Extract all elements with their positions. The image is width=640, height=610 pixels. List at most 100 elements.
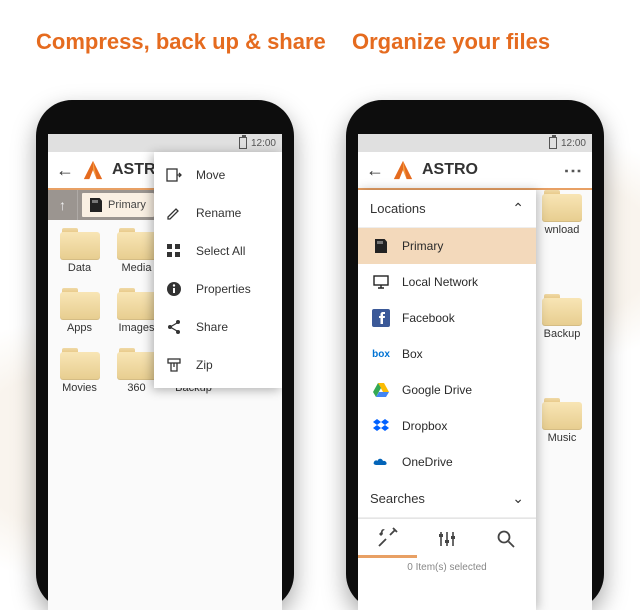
app-bar: ← ASTRO ⋮ xyxy=(358,152,592,190)
folder-icon xyxy=(60,228,100,260)
breadcrumb-primary[interactable]: Primary xyxy=(82,193,154,217)
drawer-toolbar xyxy=(358,518,536,558)
heading-left: Compress, back up & share xyxy=(36,28,326,56)
onedrive-icon xyxy=(372,453,390,471)
location-box[interactable]: box Box xyxy=(358,336,536,372)
info-icon xyxy=(166,281,182,297)
folder-label: Media xyxy=(122,262,152,274)
location-label: Local Network xyxy=(402,275,478,289)
folder-icon xyxy=(117,288,157,320)
location-label: Google Drive xyxy=(402,383,472,397)
menu-label: Move xyxy=(196,168,225,182)
folder-item[interactable]: Movies xyxy=(52,348,107,394)
screen-left: 12:00 ← ASTRO ↑ Primary Data Media Apps … xyxy=(48,134,282,610)
folder-item[interactable]: Music xyxy=(538,398,586,444)
status-time: 12:00 xyxy=(251,138,276,149)
location-onedrive[interactable]: OneDrive xyxy=(358,444,536,480)
folder-label: Music xyxy=(548,432,577,444)
menu-share[interactable]: Share xyxy=(154,308,282,346)
menu-label: Properties xyxy=(196,282,251,296)
background-folders: wnload Backup Music xyxy=(536,190,588,444)
locations-list: Primary Local Network Facebook box Box G… xyxy=(358,228,536,480)
box-icon: box xyxy=(372,345,390,363)
rename-icon xyxy=(166,205,182,221)
battery-icon xyxy=(549,137,557,149)
battery-icon xyxy=(239,137,247,149)
folder-icon xyxy=(60,288,100,320)
menu-move[interactable]: Move xyxy=(154,156,282,194)
dropbox-icon xyxy=(372,417,390,435)
select-all-icon xyxy=(166,243,182,259)
menu-label: Rename xyxy=(196,206,241,220)
folder-label: Apps xyxy=(67,322,92,334)
section-label: Searches xyxy=(370,491,425,506)
folder-label: 360 xyxy=(127,382,145,394)
search-tab[interactable] xyxy=(477,519,536,558)
status-bar: 12:00 xyxy=(358,134,592,152)
location-dropbox[interactable]: Dropbox xyxy=(358,408,536,444)
folder-item[interactable]: Backup xyxy=(538,294,586,340)
sd-card-icon xyxy=(372,237,390,255)
folder-icon xyxy=(117,348,157,380)
heading-right: Organize your files xyxy=(352,28,550,56)
astro-logo-icon xyxy=(392,159,414,181)
nav-drawer: Locations ⌃ Primary Local Network Facebo… xyxy=(358,190,536,610)
location-label: Dropbox xyxy=(402,419,447,433)
menu-properties[interactable]: Properties xyxy=(154,270,282,308)
folder-label: Movies xyxy=(62,382,97,394)
location-label: Box xyxy=(402,347,423,361)
more-menu-button[interactable]: ⋮ xyxy=(562,162,584,179)
nav-up-button[interactable]: ↑ xyxy=(48,190,78,220)
folder-icon xyxy=(117,228,157,260)
folder-icon xyxy=(542,398,582,430)
location-label: OneDrive xyxy=(402,455,453,469)
folder-label: Backup xyxy=(544,328,581,340)
selection-count: 0 Item(s) selected xyxy=(358,558,536,581)
google-drive-icon xyxy=(372,381,390,399)
location-label: Primary xyxy=(402,239,443,253)
folder-label: wnload xyxy=(545,224,580,236)
menu-label: Share xyxy=(196,320,228,334)
folder-item[interactable]: Apps xyxy=(52,288,107,334)
back-button[interactable]: ← xyxy=(366,160,384,181)
filters-tab[interactable] xyxy=(417,519,476,558)
folder-icon xyxy=(542,294,582,326)
menu-label: Zip xyxy=(196,358,213,372)
back-button[interactable]: ← xyxy=(56,160,74,181)
phone-mockup-right: 12:00 ← ASTRO ⋮ wnload Backup Music Loca… xyxy=(346,100,604,610)
chevron-up-icon: ⌃ xyxy=(512,200,524,217)
zip-icon xyxy=(166,357,182,373)
folder-label: Images xyxy=(118,322,154,334)
folder-icon xyxy=(542,190,582,222)
sd-card-icon xyxy=(90,198,102,212)
facebook-icon xyxy=(372,309,390,327)
folder-icon xyxy=(60,348,100,380)
locations-section-header[interactable]: Locations ⌃ xyxy=(358,190,536,228)
chevron-down-icon: ⌄ xyxy=(512,490,524,507)
location-local-network[interactable]: Local Network xyxy=(358,264,536,300)
location-primary[interactable]: Primary xyxy=(358,228,536,264)
app-title: ASTRO xyxy=(422,161,478,179)
location-label: Facebook xyxy=(402,311,455,325)
tools-tab[interactable] xyxy=(358,519,417,558)
astro-logo-icon xyxy=(82,159,104,181)
monitor-icon xyxy=(372,273,390,291)
folder-item[interactable]: wnload xyxy=(538,190,586,236)
menu-select-all[interactable]: Select All xyxy=(154,232,282,270)
phone-mockup-left: 12:00 ← ASTRO ↑ Primary Data Media Apps … xyxy=(36,100,294,610)
folder-item[interactable]: Data xyxy=(52,228,107,274)
share-icon xyxy=(166,319,182,335)
menu-zip[interactable]: Zip xyxy=(154,346,282,384)
status-time: 12:00 xyxy=(561,138,586,149)
context-menu: Move Rename Select All Properties Share … xyxy=(154,152,282,388)
menu-label: Select All xyxy=(196,244,245,258)
breadcrumb-label: Primary xyxy=(108,199,146,211)
location-google-drive[interactable]: Google Drive xyxy=(358,372,536,408)
status-bar: 12:00 xyxy=(48,134,282,152)
section-label: Locations xyxy=(370,201,426,216)
menu-rename[interactable]: Rename xyxy=(154,194,282,232)
searches-section-header[interactable]: Searches ⌄ xyxy=(358,480,536,518)
folder-label: Data xyxy=(68,262,91,274)
screen-right: 12:00 ← ASTRO ⋮ wnload Backup Music Loca… xyxy=(358,134,592,610)
location-facebook[interactable]: Facebook xyxy=(358,300,536,336)
